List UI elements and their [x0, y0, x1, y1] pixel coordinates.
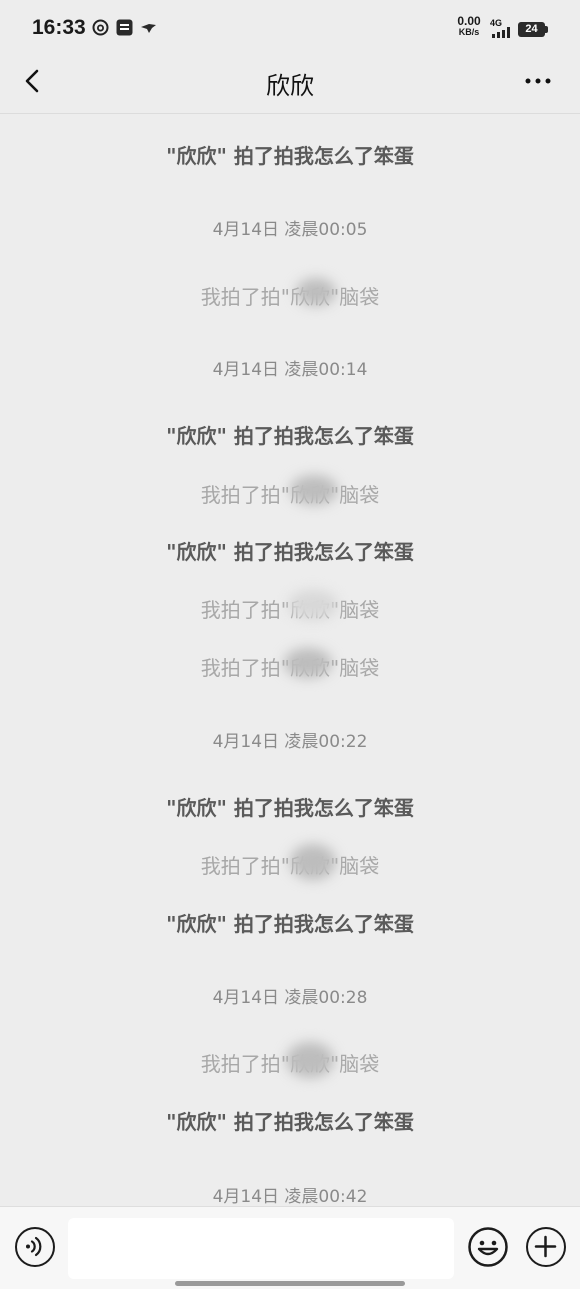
status-time: 16:33: [32, 16, 86, 39]
pat-notice: "欣欣" 拍了拍我怎么了笨蛋: [166, 144, 414, 168]
pat-notice: "欣欣" 拍了拍我怎么了笨蛋: [166, 540, 414, 564]
signal-icon: [492, 27, 510, 38]
message-input[interactable]: [68, 1218, 454, 1279]
pat-notice: "欣欣" 拍了拍我怎么了笨蛋: [166, 424, 414, 448]
timestamp: 4月14日 凌晨00:05: [212, 220, 368, 240]
netease-music-icon: [92, 19, 109, 36]
timestamp: 4月14日 凌晨00:28: [212, 988, 368, 1008]
bird-app-icon: [141, 24, 156, 33]
taobao-icon: [116, 19, 133, 36]
home-indicator[interactable]: [175, 1281, 405, 1286]
pat-notice: "欣欣" 拍了拍我怎么了笨蛋: [166, 796, 414, 820]
pat-notice: "欣欣" 拍了拍我怎么了笨蛋: [166, 1110, 414, 1134]
timestamp: 4月14日 凌晨00:22: [212, 732, 368, 752]
timestamp: 4月14日 凌晨00:14: [212, 360, 368, 380]
plus-icon[interactable]: [526, 1227, 566, 1267]
more-dots-icon[interactable]: [520, 66, 556, 96]
privacy-blur: [284, 648, 332, 678]
chat-header: 欣欣: [0, 58, 580, 114]
net-speed: 0.00 KB/s: [457, 14, 481, 37]
privacy-blur: [290, 475, 338, 505]
privacy-blur: [286, 1042, 334, 1078]
battery-icon: [545, 26, 548, 33]
self-pat-notice: 我拍了拍"欣欣"脑袋: [200, 285, 380, 309]
timestamp: 4月14日 凌晨00:42: [212, 1187, 368, 1207]
pat-notice: "欣欣" 拍了拍我怎么了笨蛋: [166, 912, 414, 936]
voice-icon[interactable]: [15, 1227, 55, 1267]
battery-level: 24: [518, 22, 545, 37]
chat-title: 欣欣: [266, 72, 314, 100]
emoji-icon[interactable]: [468, 1227, 508, 1267]
privacy-blur: [296, 278, 336, 306]
privacy-blur: [288, 590, 338, 620]
privacy-blur: [290, 844, 336, 880]
status-bar: 16:33 0.00 KB/s 4G 24: [0, 0, 580, 58]
input-bar: [0, 1206, 580, 1289]
